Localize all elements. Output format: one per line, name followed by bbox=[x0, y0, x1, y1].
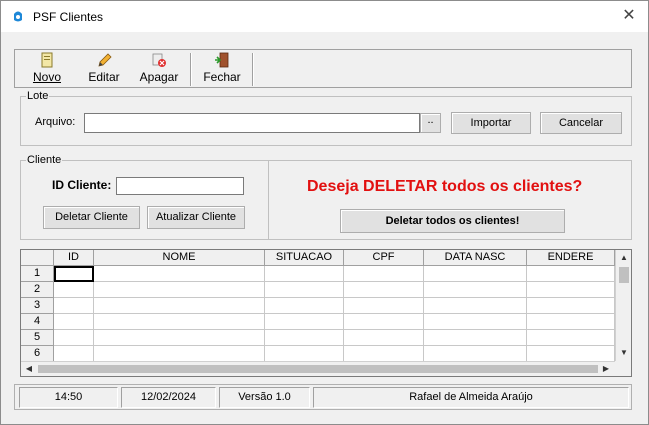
clientes-grid[interactable]: ID NOME SITUACAO CPF DATA NASC ENDERE 1 … bbox=[20, 249, 632, 377]
row-header[interactable]: 5 bbox=[21, 330, 54, 346]
exit-door-icon bbox=[215, 52, 229, 68]
grid-cell[interactable] bbox=[424, 298, 527, 314]
grid-cell[interactable] bbox=[265, 266, 344, 282]
editar-button[interactable]: Editar bbox=[82, 52, 126, 86]
arquivo-label: Arquivo: bbox=[35, 116, 76, 128]
delete-icon bbox=[152, 53, 166, 67]
browse-button[interactable]: .. bbox=[420, 113, 441, 133]
grid-cell[interactable] bbox=[94, 282, 265, 298]
grid-cell[interactable] bbox=[54, 282, 94, 298]
novo-button[interactable]: Novo bbox=[27, 52, 67, 86]
column-header-cpf[interactable]: CPF bbox=[344, 250, 424, 266]
status-version: Versão 1.0 bbox=[219, 387, 310, 408]
grid-cell[interactable] bbox=[94, 346, 265, 362]
cliente-divider bbox=[268, 160, 269, 240]
toolbar: Novo Editar Apagar Fechar bbox=[14, 49, 632, 88]
grid-cell[interactable] bbox=[54, 346, 94, 362]
scroll-right-icon[interactable]: ▶ bbox=[599, 362, 613, 376]
grid-cell[interactable] bbox=[424, 314, 527, 330]
grid-cell[interactable] bbox=[265, 298, 344, 314]
grid-cell[interactable] bbox=[527, 298, 615, 314]
new-document-icon bbox=[41, 52, 53, 68]
atualizar-cliente-button[interactable]: Atualizar Cliente bbox=[147, 206, 245, 229]
grid-cell[interactable] bbox=[265, 346, 344, 362]
grid-cell[interactable] bbox=[344, 282, 424, 298]
horizontal-scrollbar[interactable]: ◀ ▶ bbox=[21, 361, 615, 376]
grid-cell[interactable] bbox=[265, 314, 344, 330]
app-window: PSF Clientes ✕ Novo Editar Apagar Fechar… bbox=[0, 0, 649, 425]
cancelar-button[interactable]: Cancelar bbox=[540, 112, 622, 134]
row-header[interactable]: 3 bbox=[21, 298, 54, 314]
status-author: Rafael de Almeida Araújo bbox=[313, 387, 629, 408]
grid-cell[interactable] bbox=[527, 314, 615, 330]
scrollbar-corner bbox=[615, 361, 631, 376]
grid-cell[interactable] bbox=[424, 282, 527, 298]
editar-label: Editar bbox=[88, 70, 120, 84]
column-header-situacao[interactable]: SITUACAO bbox=[265, 250, 344, 266]
status-bar: 14:50 12/02/2024 Versão 1.0 Rafael de Al… bbox=[14, 384, 632, 410]
status-date: 12/02/2024 bbox=[121, 387, 216, 408]
fechar-label: Fechar bbox=[203, 70, 241, 84]
grid-cell[interactable] bbox=[54, 330, 94, 346]
scroll-left-icon[interactable]: ◀ bbox=[22, 362, 36, 376]
column-header-id[interactable]: ID bbox=[54, 250, 94, 266]
app-icon bbox=[14, 11, 22, 22]
grid-cell[interactable] bbox=[54, 266, 94, 282]
grid-cell[interactable] bbox=[527, 282, 615, 298]
grid-cell[interactable] bbox=[344, 298, 424, 314]
grid-cell[interactable] bbox=[94, 266, 265, 282]
row-header[interactable]: 6 bbox=[21, 346, 54, 362]
grid-cell[interactable] bbox=[54, 314, 94, 330]
arquivo-input[interactable] bbox=[84, 113, 420, 133]
column-header-data-nasc[interactable]: DATA NASC bbox=[424, 250, 527, 266]
vertical-scroll-thumb[interactable] bbox=[619, 267, 629, 283]
grid-cell[interactable] bbox=[94, 314, 265, 330]
importar-button[interactable]: Importar bbox=[451, 112, 531, 134]
scroll-down-icon[interactable]: ▼ bbox=[617, 346, 631, 360]
grid-cell[interactable] bbox=[344, 330, 424, 346]
pencil-icon bbox=[98, 53, 112, 67]
grid-cell[interactable] bbox=[54, 298, 94, 314]
scroll-up-icon[interactable]: ▲ bbox=[617, 251, 631, 265]
title-bar: PSF Clientes ✕ bbox=[1, 1, 648, 32]
grid-cell[interactable] bbox=[424, 266, 527, 282]
grid-cell[interactable] bbox=[265, 330, 344, 346]
grid-cell[interactable] bbox=[527, 346, 615, 362]
deletar-todos-button[interactable]: Deletar todos os clientes! bbox=[340, 209, 565, 233]
fechar-button[interactable]: Fechar bbox=[200, 52, 244, 86]
row-header[interactable]: 4 bbox=[21, 314, 54, 330]
horizontal-scroll-thumb[interactable] bbox=[38, 365, 598, 373]
grid-cell[interactable] bbox=[527, 266, 615, 282]
toolbar-separator bbox=[190, 53, 192, 86]
column-header-endereco[interactable]: ENDERE bbox=[527, 250, 615, 266]
grid-cell[interactable] bbox=[265, 282, 344, 298]
id-cliente-label: ID Cliente: bbox=[52, 178, 112, 192]
vertical-scrollbar[interactable]: ▲ ▼ bbox=[615, 250, 631, 361]
grid-cell[interactable] bbox=[344, 266, 424, 282]
row-header[interactable]: 1 bbox=[21, 266, 54, 282]
window-title: PSF Clientes bbox=[33, 10, 104, 24]
cliente-legend: Cliente bbox=[26, 154, 63, 166]
lote-legend: Lote bbox=[26, 90, 50, 102]
apagar-button[interactable]: Apagar bbox=[136, 52, 182, 86]
toolbar-separator bbox=[252, 53, 254, 86]
deletar-cliente-button[interactable]: Deletar Cliente bbox=[43, 206, 140, 229]
apagar-label: Apagar bbox=[139, 70, 179, 84]
close-icon[interactable]: ✕ bbox=[618, 5, 640, 27]
grid-cell[interactable] bbox=[94, 330, 265, 346]
novo-label: Novo bbox=[32, 70, 61, 84]
grid-cell[interactable] bbox=[344, 314, 424, 330]
grid-cell[interactable] bbox=[94, 298, 265, 314]
column-header-nome[interactable]: NOME bbox=[94, 250, 265, 266]
grid-cell[interactable] bbox=[424, 346, 527, 362]
grid-cell[interactable] bbox=[344, 346, 424, 362]
grid-cell[interactable] bbox=[424, 330, 527, 346]
delete-all-warning: Deseja DELETAR todos os clientes? bbox=[307, 178, 583, 195]
grid-corner-header bbox=[21, 250, 54, 266]
id-cliente-input[interactable] bbox=[116, 177, 244, 195]
status-time: 14:50 bbox=[19, 387, 118, 408]
grid-cell[interactable] bbox=[527, 330, 615, 346]
row-header[interactable]: 2 bbox=[21, 282, 54, 298]
